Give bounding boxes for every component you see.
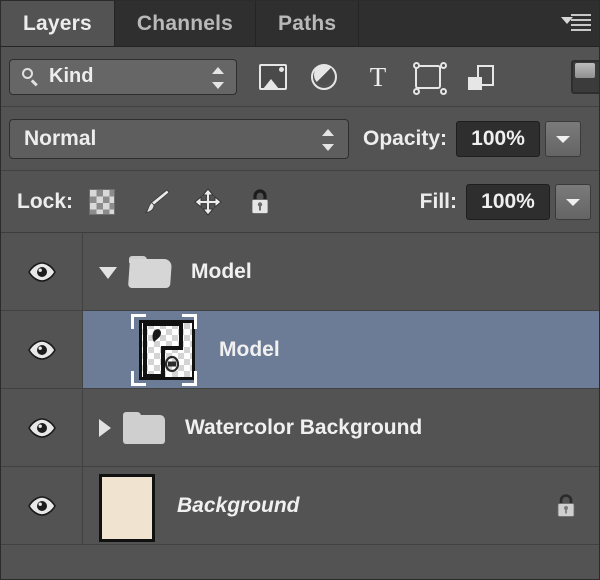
layer-visibility-cell[interactable] <box>1 389 83 466</box>
fill-dropdown-button[interactable] <box>555 183 591 220</box>
layer-visibility-cell[interactable] <box>1 311 83 388</box>
layer-filter-row: Kind T <box>1 47 599 107</box>
layer-name: Model <box>191 259 252 283</box>
solid-cream-thumbnail <box>99 473 155 542</box>
lock-label: Lock: <box>17 189 74 213</box>
panel-menu-icon[interactable] <box>561 13 591 35</box>
lock-row: Lock: Fill: 100% <box>1 171 599 233</box>
fill-input[interactable]: 100% <box>466 183 550 220</box>
filter-type-buttons: T <box>259 61 495 95</box>
layer-name: Watercolor Background <box>185 415 423 439</box>
lock-position-icon[interactable] <box>193 187 223 217</box>
opacity-dropdown-button[interactable] <box>545 120 582 157</box>
fill-label: Fill: <box>419 189 457 213</box>
filter-pixel-layers-icon[interactable] <box>259 62 289 92</box>
group-expand-toggle-icon[interactable] <box>99 266 117 279</box>
filter-smart-object-layers-icon[interactable] <box>467 63 495 91</box>
layer-name: Background <box>177 493 300 517</box>
opacity-input[interactable]: 100% <box>456 120 541 157</box>
blend-mode-dropdown[interactable]: Normal <box>9 118 349 159</box>
layer-list: Model Model Watercolor Background Backgr… <box>1 233 599 545</box>
lock-buttons <box>89 187 275 217</box>
tab-paths-label: Paths <box>278 11 337 35</box>
layer-thumbnail[interactable] <box>85 470 157 542</box>
layer-body[interactable]: Model <box>83 233 599 310</box>
filter-shape-layers-icon[interactable] <box>413 61 447 95</box>
blend-mode-value: Normal <box>24 126 97 150</box>
filter-enable-toggle[interactable] <box>571 60 599 94</box>
layer-name: Model <box>219 337 280 361</box>
eye-icon[interactable] <box>27 261 57 283</box>
tab-channels-label: Channels <box>136 11 234 35</box>
layers-panel: Layers Channels Paths Kind T Normal Opac… <box>0 0 600 580</box>
filter-kind-label: Kind <box>49 65 94 87</box>
tab-channels[interactable]: Channels <box>115 1 257 46</box>
tab-layers[interactable]: Layers <box>1 1 115 46</box>
layer-visibility-cell[interactable] <box>1 233 83 310</box>
tab-paths[interactable]: Paths <box>256 1 360 46</box>
blend-mode-row: Normal Opacity: 100% <box>1 107 599 171</box>
eye-icon[interactable] <box>27 339 57 361</box>
filter-adjustment-layers-icon[interactable] <box>311 62 341 92</box>
table-row[interactable]: Model <box>1 311 599 389</box>
layer-body[interactable]: Watercolor Background <box>83 389 599 466</box>
lock-transparent-pixels-icon[interactable] <box>89 187 119 217</box>
table-row[interactable]: Watercolor Background <box>1 389 599 467</box>
opacity-label: Opacity: <box>363 126 448 150</box>
group-expand-toggle-icon[interactable] <box>99 418 111 437</box>
lock-image-pixels-icon[interactable] <box>141 187 171 217</box>
layer-thumbnail[interactable] <box>127 313 199 386</box>
eye-icon[interactable] <box>27 417 57 439</box>
panel-tab-bar: Layers Channels Paths <box>1 1 599 47</box>
tab-layers-label: Layers <box>23 11 92 35</box>
layer-visibility-cell[interactable] <box>1 467 83 544</box>
filter-kind-stepper-icon[interactable] <box>212 66 224 89</box>
layer-locked-icon <box>553 491 579 521</box>
filter-kind-dropdown[interactable]: Kind <box>9 58 237 95</box>
layer-body[interactable]: Model <box>83 311 599 388</box>
eye-icon[interactable] <box>27 495 57 517</box>
blend-mode-stepper-icon[interactable] <box>322 128 334 151</box>
filter-type-layers-icon[interactable]: T <box>363 62 393 92</box>
table-row[interactable]: Model <box>1 233 599 311</box>
panel-menu-lines-icon <box>571 14 591 34</box>
folder-icon <box>123 411 165 444</box>
folder-icon <box>127 255 173 288</box>
lock-all-icon[interactable] <box>245 187 275 217</box>
table-row[interactable]: Background <box>1 467 599 545</box>
layer-body[interactable]: Background <box>83 467 599 544</box>
magnifier-icon <box>22 67 40 86</box>
